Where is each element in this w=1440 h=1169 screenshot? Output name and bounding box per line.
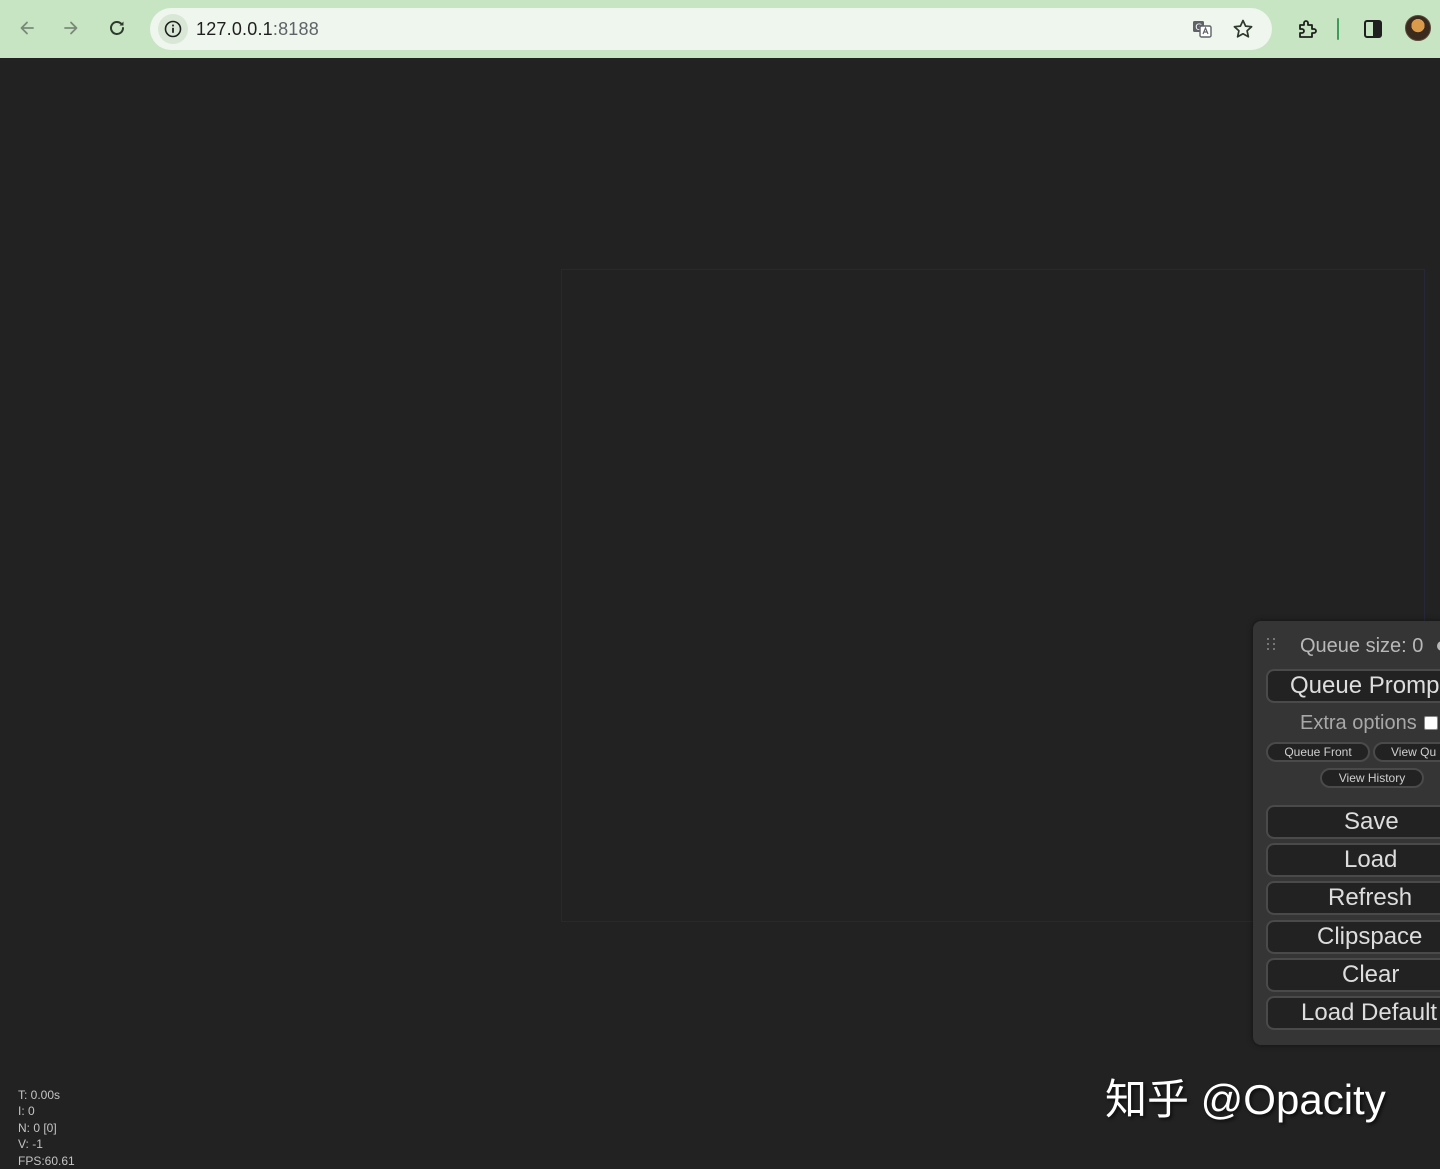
queue-front-button[interactable]: Queue Front xyxy=(1266,742,1370,762)
stat-nodes: N: 0 [0] xyxy=(18,1120,57,1135)
extra-options-label: Extra options xyxy=(1300,712,1417,734)
extensions-icon[interactable] xyxy=(1293,15,1321,43)
url-port: :8188 xyxy=(272,19,319,39)
stat-time: T: 0.00s xyxy=(18,1088,61,1102)
extra-options-checkbox[interactable] xyxy=(1424,716,1438,730)
reload-icon[interactable] xyxy=(103,14,131,42)
queue-prompt-button[interactable]: Queue Promp xyxy=(1266,669,1440,703)
clear-button[interactable]: Clear xyxy=(1266,958,1440,992)
bookmark-star-icon[interactable] xyxy=(1231,17,1255,41)
load-default-button[interactable]: Load Default xyxy=(1266,996,1440,1030)
view-history-button[interactable]: View History xyxy=(1320,768,1424,788)
watermark-text: 知乎 @Opacity xyxy=(1105,1076,1386,1123)
forward-icon[interactable] xyxy=(57,14,85,42)
comfy-menu-panel: Queue size: 0 Queue Promp Extra options … xyxy=(1253,621,1440,1045)
toolbar-separator xyxy=(1337,18,1339,40)
render-stats: T: 0.00s I: 0 N: 0 [0] V: -1 FPS:60.61 xyxy=(18,1087,75,1169)
refresh-button[interactable]: Refresh xyxy=(1266,881,1440,915)
save-button[interactable]: Save xyxy=(1266,805,1440,839)
drag-handle-icon[interactable] xyxy=(1267,638,1279,654)
side-panel-icon[interactable] xyxy=(1359,15,1387,43)
queue-size-label: Queue size: 0 xyxy=(1300,635,1424,657)
address-bar[interactable]: 127.0.0.1:8188 G xyxy=(150,8,1272,50)
translate-icon[interactable]: G xyxy=(1190,17,1214,41)
stat-version: V: -1 xyxy=(18,1137,43,1152)
url-text: 127.0.0.1:8188 xyxy=(196,19,319,40)
load-button[interactable]: Load xyxy=(1266,843,1440,877)
view-queue-button[interactable]: View Qu xyxy=(1373,742,1440,762)
clipspace-button[interactable]: Clipspace xyxy=(1266,920,1440,954)
browser-toolbar: 127.0.0.1:8188 G xyxy=(0,0,1440,58)
url-host: 127.0.0.1 xyxy=(196,19,273,39)
stat-fps: FPS:60.61 xyxy=(18,1153,75,1168)
site-info-icon[interactable] xyxy=(158,14,188,44)
back-icon[interactable] xyxy=(13,14,41,42)
stat-iterations: I: 0 xyxy=(18,1104,35,1119)
profile-avatar[interactable] xyxy=(1405,15,1431,41)
